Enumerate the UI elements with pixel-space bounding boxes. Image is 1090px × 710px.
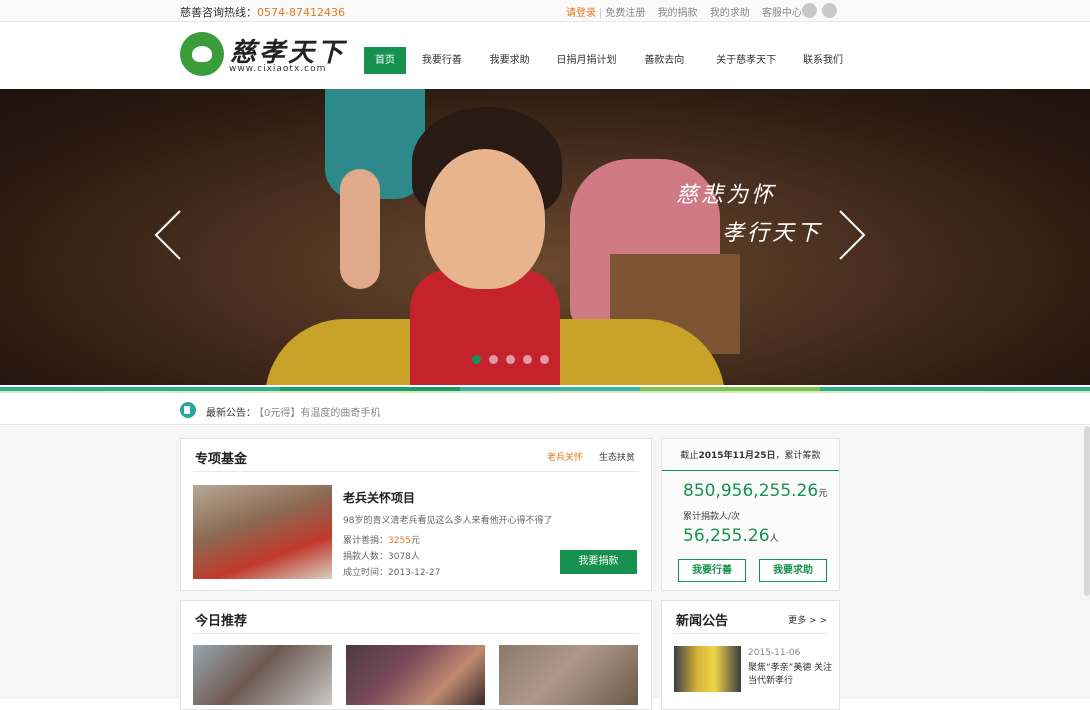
nav-contact[interactable]: 联系我们 — [795, 47, 851, 74]
project-image[interactable] — [193, 485, 332, 579]
total-amount-value: 850,956,255.26 — [683, 481, 819, 501]
project-established: 成立时间：2013-12-27 — [343, 568, 441, 578]
nav-fund-usage[interactable]: 善款去向 — [631, 47, 697, 74]
my-donations-link[interactable]: 我的捐款 — [658, 4, 698, 19]
news-date: 2015-11-06 — [748, 648, 801, 658]
news-more-link[interactable]: 更多 > > — [788, 613, 827, 626]
hotline-label: 慈善咨询热线： — [180, 6, 257, 19]
nav-plan[interactable]: 日捐月捐计划 — [545, 47, 627, 74]
news-title: 新闻公告 — [676, 614, 729, 629]
weibo-icon[interactable] — [822, 3, 837, 18]
donors-count-unit: 人 — [769, 534, 779, 544]
hero-banner[interactable]: 慈悲为怀 孝行天下 — [0, 89, 1090, 385]
raised-unit: 元 — [410, 536, 420, 546]
divider — [193, 633, 639, 634]
news-panel: 新闻公告 更多 > > 2015-11-06 聚焦“孝亲”美德 关注当代新孝行 — [661, 600, 840, 710]
nav-help[interactable]: 我要求助 — [478, 47, 542, 74]
news-image[interactable] — [674, 646, 741, 692]
today-recommend-panel: 今日推荐 — [180, 600, 652, 710]
site-logo[interactable]: 慈孝天下 www.cixiaotx.com — [180, 32, 343, 78]
project-name[interactable]: 老兵关怀项目 — [343, 489, 415, 506]
nav-home[interactable]: 首页 — [364, 47, 406, 74]
stats-date: 2015年11月25日 — [698, 451, 776, 461]
raised-value: 3255 — [388, 536, 411, 546]
recommend-image[interactable] — [193, 645, 332, 705]
divider — [674, 633, 827, 634]
today-title: 今日推荐 — [195, 614, 248, 629]
hotline-number: 0574-87412436 — [257, 6, 345, 19]
login-link[interactable]: 请登录 — [566, 4, 596, 19]
stats-suffix: ，累计筹款 — [775, 451, 821, 461]
divider — [193, 471, 639, 472]
slide-dot[interactable] — [523, 355, 532, 364]
raised-label: 累计善捐： — [343, 536, 389, 546]
donors-count: 56,255.26人 — [683, 526, 779, 546]
announcement-bar: 最新公告： 【0元得】有温度的曲奇手机 — [0, 395, 1090, 425]
next-slide-icon[interactable] — [838, 209, 866, 261]
logo-url: www.cixiaotx.com — [229, 64, 327, 74]
recommend-image[interactable] — [346, 645, 485, 705]
fund-tabs: 老兵关怀 生态扶贫 — [531, 450, 635, 463]
donation-stats-panel: 截止2015年11月25日，累计筹款 850,956,255.26元 累计捐款人… — [661, 438, 840, 591]
tab-veterans[interactable]: 老兵关怀 — [547, 453, 583, 463]
recommend-image[interactable] — [499, 645, 638, 705]
color-stripe — [0, 387, 1090, 395]
top-bar: 慈善咨询热线：0574-87412436 请登录 | 免费注册 我的捐款 我的求助 … — [0, 0, 1090, 22]
slide-dot[interactable] — [540, 355, 549, 364]
donors-label: 累计捐款人/次 — [683, 512, 741, 522]
banner-photo-hand — [340, 169, 380, 289]
banner-slogan-1: 慈悲为怀 — [676, 183, 777, 208]
announcement-link[interactable]: 【0元得】有温度的曲奇手机 — [254, 404, 380, 419]
project-donors: 捐款人数：3078人 — [343, 552, 420, 562]
header: 慈孝天下 www.cixiaotx.com 首页 我要行善 我要求助 日捐月捐计… — [0, 22, 1090, 89]
special-fund-panel: 专项基金 老兵关怀 生态扶贫 老兵关怀项目 98岁的青义清老兵看见这么多人来看他开… — [180, 438, 652, 591]
stats-header: 截止2015年11月25日，累计筹款 — [662, 439, 839, 471]
banner-slogan-2: 孝行天下 — [722, 221, 823, 246]
banner-photo-face — [425, 149, 545, 289]
hotline: 慈善咨询热线：0574-87412436 — [180, 4, 345, 20]
separator: | — [599, 8, 603, 19]
register-link[interactable]: 免费注册 — [605, 4, 645, 19]
fund-title: 专项基金 — [195, 452, 248, 467]
project-raised: 累计善捐：3255元 — [343, 533, 420, 546]
stats-prefix: 截止 — [680, 451, 699, 461]
wechat-icon[interactable] — [802, 3, 817, 18]
social-icons — [797, 3, 837, 18]
total-amount: 850,956,255.26元 — [683, 481, 827, 501]
announcement-label: 最新公告： — [206, 408, 256, 419]
customer-service-link[interactable]: 客服中心 — [762, 4, 802, 19]
donors-count-value: 56,255.26 — [683, 526, 770, 546]
donate-button[interactable]: 我要捐款 — [560, 550, 637, 574]
news-headline[interactable]: 聚焦“孝亲”美德 关注当代新孝行 — [748, 662, 838, 688]
slide-dot[interactable] — [506, 355, 515, 364]
logo-heart-icon — [180, 32, 224, 76]
total-amount-unit: 元 — [818, 489, 828, 499]
slide-dot[interactable] — [489, 355, 498, 364]
request-help-button[interactable]: 我要求助 — [759, 559, 827, 582]
prev-slide-icon[interactable] — [154, 209, 182, 261]
project-description: 98岁的青义清老兵看见这么多人来看他开心得不得了 — [343, 516, 553, 526]
give-button[interactable]: 我要行善 — [678, 559, 746, 582]
speaker-icon — [180, 402, 196, 418]
nav-give[interactable]: 我要行善 — [410, 47, 474, 74]
top-links: 请登录 | 免费注册 我的捐款 我的求助 客服中心 — [566, 4, 811, 19]
tab-ecology[interactable]: 生态扶贫 — [599, 453, 635, 463]
scrollbar[interactable] — [1084, 426, 1090, 596]
main-nav: 首页 我要行善 我要求助 日捐月捐计划 善款去向 关于慈孝天下 联系我们 — [364, 47, 851, 74]
slide-dots — [472, 353, 557, 367]
nav-about[interactable]: 关于慈孝天下 — [701, 47, 791, 74]
slide-dot[interactable] — [472, 355, 481, 364]
my-requests-link[interactable]: 我的求助 — [710, 4, 750, 19]
